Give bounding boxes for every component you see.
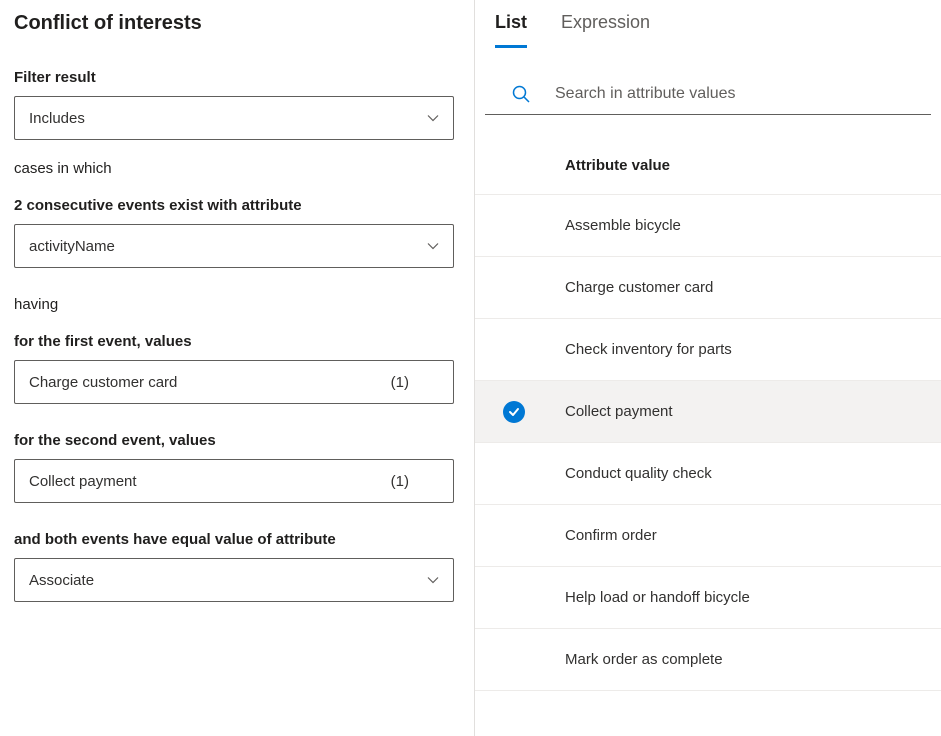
left-panel: Conflict of interests Filter result Incl… [0, 0, 475, 736]
list-item[interactable]: Check inventory for parts [475, 319, 941, 381]
chevron-down-icon [427, 240, 439, 252]
first-event-dropdown[interactable]: Charge customer card (1) [14, 360, 454, 404]
list-item-label: Help load or handoff bicycle [565, 589, 750, 606]
search-row [485, 84, 931, 115]
checkmark-icon [503, 401, 525, 423]
chevron-down-icon [427, 112, 439, 124]
list-item[interactable]: Collect payment [475, 381, 941, 443]
list-item-label: Check inventory for parts [565, 341, 732, 358]
filter-result-label: Filter result [14, 69, 454, 86]
first-event-label: for the first event, values [14, 333, 454, 350]
list-item[interactable]: Help load or handoff bicycle [475, 567, 941, 629]
list-item[interactable]: Mark order as complete [475, 629, 941, 691]
list-item-label: Confirm order [565, 527, 657, 544]
second-event-dropdown[interactable]: Collect payment (1) [14, 459, 454, 503]
attribute-value-header: Attribute value [475, 157, 941, 194]
equal-attr-value: Associate [29, 572, 427, 589]
list-item[interactable]: Conduct quality check [475, 443, 941, 505]
tabs: List Expression [475, 12, 941, 48]
list-item-label: Conduct quality check [565, 465, 712, 482]
chevron-down-icon [427, 574, 439, 586]
page-title: Conflict of interests [14, 12, 454, 35]
list-item[interactable]: Confirm order [475, 505, 941, 567]
second-event-count: (1) [391, 473, 409, 490]
consecutive-label: 2 consecutive events exist with attribut… [14, 197, 454, 214]
consecutive-attribute-value: activityName [29, 238, 427, 255]
equal-attr-label: and both events have equal value of attr… [14, 531, 454, 548]
second-event-value: Collect payment [29, 473, 391, 490]
attribute-list: Assemble bicycle Charge customer card Chec… [475, 194, 941, 691]
first-event-count: (1) [391, 374, 409, 391]
check-column [503, 401, 565, 423]
list-item[interactable]: Assemble bicycle [475, 195, 941, 257]
right-panel: List Expression Attribute value Assemble… [475, 0, 941, 736]
list-item[interactable]: Charge customer card [475, 257, 941, 319]
second-event-label: for the second event, values [14, 432, 454, 449]
filter-result-value: Includes [29, 110, 427, 127]
list-item-label: Mark order as complete [565, 651, 723, 668]
search-input[interactable] [555, 85, 911, 103]
cases-text: cases in which [14, 160, 454, 177]
search-icon [511, 84, 531, 104]
list-item-label: Charge customer card [565, 279, 713, 296]
tab-list[interactable]: List [495, 12, 527, 48]
list-item-label: Collect payment [565, 403, 673, 420]
consecutive-attribute-dropdown[interactable]: activityName [14, 224, 454, 268]
tab-expression[interactable]: Expression [561, 12, 650, 48]
list-item-label: Assemble bicycle [565, 217, 681, 234]
first-event-value: Charge customer card [29, 374, 391, 391]
equal-attr-dropdown[interactable]: Associate [14, 558, 454, 602]
filter-result-dropdown[interactable]: Includes [14, 96, 454, 140]
having-text: having [14, 296, 454, 313]
